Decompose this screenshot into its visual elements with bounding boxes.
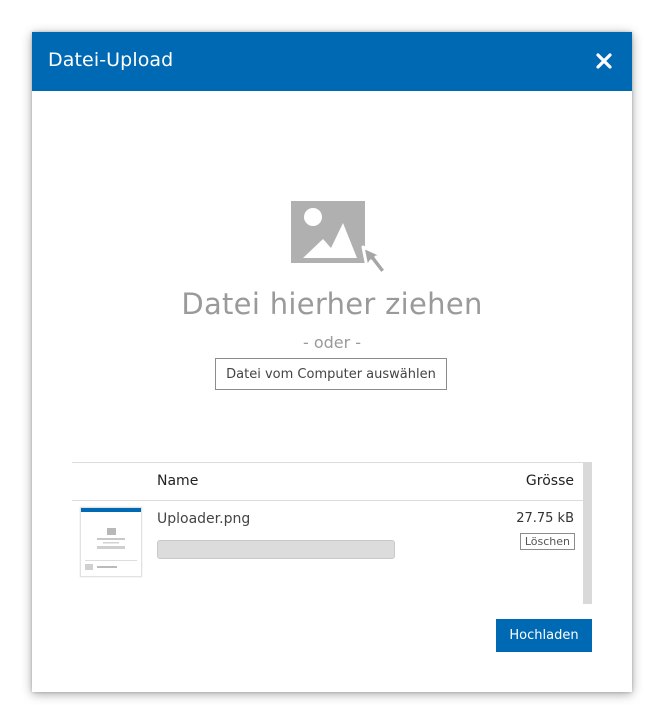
delete-file-button[interactable]: Löschen bbox=[519, 533, 575, 550]
close-icon[interactable] bbox=[592, 49, 616, 73]
column-size-header: Grösse bbox=[525, 473, 574, 489]
column-name-header: Name bbox=[157, 473, 199, 489]
drop-title: Datei hierher ziehen bbox=[181, 287, 483, 321]
dialog-title: Datei-Upload bbox=[48, 49, 174, 71]
file-thumbnail bbox=[80, 507, 142, 577]
drop-or-text: - oder - bbox=[302, 333, 362, 352]
file-name: Uploader.png bbox=[157, 511, 251, 527]
table-scrollbar[interactable] bbox=[583, 462, 592, 604]
upload-progress-bar bbox=[157, 540, 395, 559]
image-drop-icon bbox=[291, 201, 395, 281]
dialog-header: Datei-Upload bbox=[32, 32, 632, 91]
table-header: Name Grösse bbox=[72, 463, 583, 501]
upload-button[interactable]: Hochladen bbox=[496, 619, 592, 652]
file-size: 27.75 kB bbox=[516, 511, 574, 526]
table-row: Uploader.png 27.75 kB Löschen bbox=[72, 501, 583, 601]
file-table: Name Grösse Uploader.png 27.75 kB Lösche… bbox=[72, 462, 583, 605]
choose-file-button[interactable]: Datei vom Computer auswählen bbox=[215, 358, 447, 390]
upload-dialog: Datei-Upload Datei hierher ziehen - oder… bbox=[32, 32, 632, 692]
